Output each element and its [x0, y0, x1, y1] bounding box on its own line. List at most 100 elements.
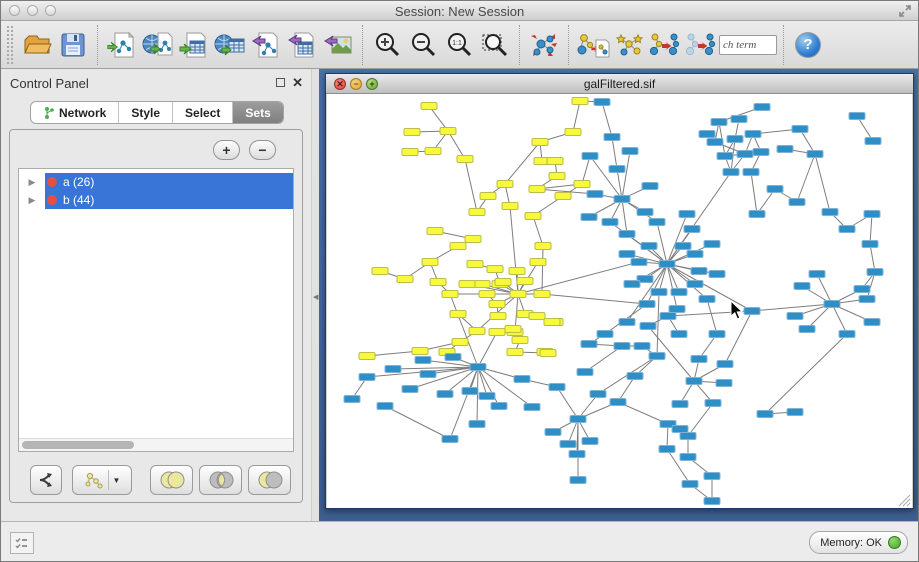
graph-node[interactable] — [385, 366, 401, 373]
graph-node[interactable] — [470, 364, 486, 371]
export-network-button[interactable] — [248, 25, 284, 65]
show-all-button[interactable] — [683, 25, 719, 65]
graph-node[interactable] — [854, 286, 870, 293]
graph-node[interactable] — [716, 380, 732, 387]
graph-node[interactable] — [415, 357, 431, 364]
sets-list[interactable]: ▶ a (26) ▶ b (44) — [18, 168, 294, 452]
graph-node[interactable] — [560, 441, 576, 448]
graph-node[interactable] — [684, 226, 700, 233]
memory-status-button[interactable]: Memory: OK — [809, 531, 908, 554]
graph-edge[interactable] — [751, 172, 757, 214]
graph-node[interactable] — [672, 401, 688, 408]
graph-node[interactable] — [535, 243, 551, 250]
graph-node[interactable] — [622, 148, 638, 155]
graph-edge[interactable] — [622, 199, 627, 234]
network-canvas[interactable] — [327, 94, 912, 508]
graph-node[interactable] — [641, 243, 657, 250]
graph-node[interactable] — [619, 251, 635, 258]
zoom-to-selection-button[interactable] — [477, 25, 513, 65]
graph-node[interactable] — [452, 339, 468, 346]
graph-node[interactable] — [839, 226, 855, 233]
new-network-from-selection-button[interactable] — [575, 25, 611, 65]
graph-node[interactable] — [450, 311, 466, 318]
graph-edge[interactable] — [518, 262, 639, 294]
graph-node[interactable] — [577, 369, 593, 376]
graph-edge[interactable] — [617, 169, 622, 199]
graph-node[interactable] — [509, 268, 525, 275]
graph-node[interactable] — [864, 319, 880, 326]
graph-node[interactable] — [640, 323, 656, 330]
graph-node[interactable] — [767, 186, 783, 193]
graph-edge[interactable] — [542, 294, 647, 304]
graph-node[interactable] — [582, 153, 598, 160]
save-session-button[interactable] — [55, 25, 91, 65]
graph-node[interactable] — [731, 116, 747, 123]
horizontal-scrollbar[interactable] — [19, 438, 293, 451]
open-session-button[interactable] — [19, 25, 55, 65]
graph-node[interactable] — [849, 113, 865, 120]
intersect-sets-button[interactable] — [199, 465, 242, 495]
graph-node[interactable] — [442, 436, 458, 443]
float-panel-icon[interactable] — [276, 78, 285, 87]
graph-node[interactable] — [572, 98, 588, 105]
graph-node[interactable] — [723, 169, 739, 176]
graph-node[interactable] — [680, 454, 696, 461]
graph-node[interactable] — [514, 376, 530, 383]
apply-layout-button[interactable] — [526, 25, 562, 65]
graph-node[interactable] — [582, 438, 598, 445]
graph-node[interactable] — [534, 291, 550, 298]
set-row-b[interactable]: ▶ b (44) — [19, 191, 293, 209]
graph-node[interactable] — [709, 271, 725, 278]
graph-node[interactable] — [642, 183, 658, 190]
graph-node[interactable] — [437, 391, 453, 398]
graph-node[interactable] — [359, 353, 375, 360]
graph-node[interactable] — [807, 151, 823, 158]
graph-node[interactable] — [570, 477, 586, 484]
graph-node[interactable] — [649, 353, 665, 360]
graph-node[interactable] — [624, 281, 640, 288]
graph-node[interactable] — [544, 319, 560, 326]
graph-node[interactable] — [794, 283, 810, 290]
graph-node[interactable] — [479, 393, 495, 400]
disclosure-triangle-icon[interactable]: ▶ — [19, 177, 45, 188]
graph-node[interactable] — [359, 374, 375, 381]
graph-node[interactable] — [839, 331, 855, 338]
graph-node[interactable] — [859, 296, 875, 303]
task-history-button[interactable] — [10, 532, 34, 554]
graph-node[interactable] — [660, 313, 676, 320]
import-table-file-button[interactable] — [176, 25, 212, 65]
graph-node[interactable] — [545, 429, 561, 436]
graph-node[interactable] — [569, 451, 585, 458]
graph-node[interactable] — [377, 403, 393, 410]
graph-node[interactable] — [659, 446, 675, 453]
graph-edge[interactable] — [573, 101, 580, 132]
difference-sets-button[interactable] — [248, 465, 291, 495]
graph-node[interactable] — [699, 131, 715, 138]
graph-node[interactable] — [680, 433, 696, 440]
graph-edge[interactable] — [832, 304, 847, 334]
window-titlebar[interactable]: Session: New Session — [1, 1, 918, 21]
graph-node[interactable] — [691, 356, 707, 363]
graph-node[interactable] — [420, 371, 436, 378]
graph-node[interactable] — [631, 259, 647, 266]
graph-node[interactable] — [529, 186, 545, 193]
graph-node[interactable] — [594, 99, 610, 106]
graph-node[interactable] — [757, 411, 773, 418]
graph-node[interactable] — [862, 241, 878, 248]
zoom-in-button[interactable] — [369, 25, 405, 65]
graph-node[interactable] — [792, 126, 808, 133]
graph-node[interactable] — [704, 473, 720, 480]
zoom-actual-size-button[interactable]: 1:1 — [441, 25, 477, 65]
graph-node[interactable] — [421, 103, 437, 110]
search-input[interactable] — [719, 35, 777, 55]
graph-node[interactable] — [777, 146, 793, 153]
graph-node[interactable] — [704, 241, 720, 248]
graph-node[interactable] — [465, 236, 481, 243]
graph-edge[interactable] — [533, 216, 543, 246]
graph-node[interactable] — [691, 268, 707, 275]
graph-node[interactable] — [822, 209, 838, 216]
graph-node[interactable] — [489, 301, 505, 308]
graph-node[interactable] — [604, 134, 620, 141]
graph-node[interactable] — [490, 313, 506, 320]
graph-node[interactable] — [469, 209, 485, 216]
